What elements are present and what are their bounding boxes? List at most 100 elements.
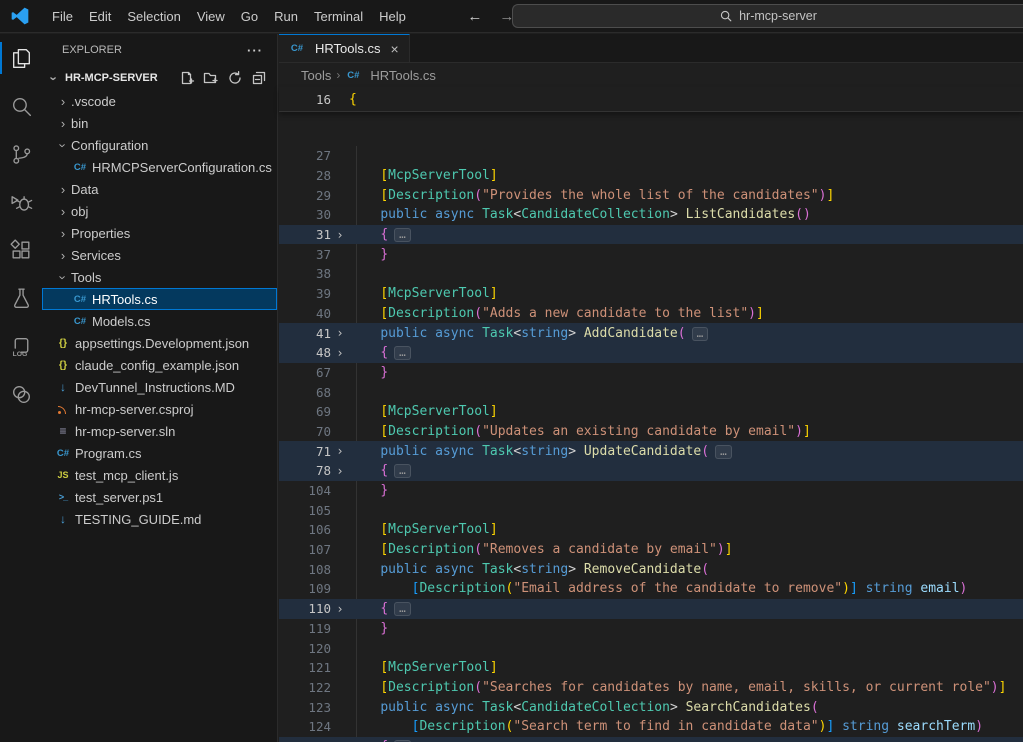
code-line-29[interactable]: 29 [Description("Provides the whole list… [279,185,1023,205]
sticky-line-16[interactable]: 16{ [279,89,357,109]
code-line-105[interactable]: 105 [279,500,1023,520]
extension-circles-icon[interactable] [0,370,42,418]
fold-chevron-icon[interactable]: › [331,346,349,360]
code-line-122[interactable]: 122 [Description("Searches for candidate… [279,678,1023,698]
fold-chevron-icon[interactable]: › [331,444,349,458]
run-and-debug-icon[interactable] [0,178,42,226]
tree-item-devtunnel-instructions-md[interactable]: ↓DevTunnel_Instructions.MD [42,376,277,398]
code-line-37[interactable]: 37 } [279,244,1023,264]
back-arrow-icon[interactable]: ← [466,8,484,25]
tree-item-label: HRMCPServerConfiguration.cs [92,160,272,175]
code-line-107[interactable]: 107 [Description("Removes a candidate by… [279,540,1023,560]
new-file-icon[interactable] [179,70,195,86]
code-line-109[interactable]: 109 [Description("Email address of the c… [279,579,1023,599]
menu-run[interactable]: Run [266,9,306,24]
collapse-all-icon[interactable] [251,70,267,86]
chevron-right-icon: › [55,116,71,131]
tree-item-services[interactable]: ›Services [42,244,277,266]
code-line-70[interactable]: 70 [Description("Updates an existing can… [279,422,1023,442]
tree-item-tools[interactable]: ›Tools [42,266,277,288]
tab-label: HRTools.cs [315,41,381,56]
tree-item-obj[interactable]: ›obj [42,200,277,222]
source-control-icon[interactable] [0,130,42,178]
code-line-69[interactable]: 69 [McpServerTool] [279,402,1023,422]
explorer-icon[interactable] [0,34,42,82]
tree-item-configuration[interactable]: ›Configuration [42,134,277,156]
close-icon[interactable]: × [391,41,399,57]
extensions-icon[interactable] [0,226,42,274]
refresh-icon[interactable] [227,70,243,86]
tree-item-label: Data [71,182,98,197]
tree-item-claude-config-example-json[interactable]: {}claude_config_example.json [42,354,277,376]
code-line-120[interactable]: 120 [279,638,1023,658]
tree-item-label: appsettings.Development.json [75,336,249,351]
command-center-search[interactable]: hr-mcp-server [512,4,1023,28]
code-line-68[interactable]: 68 [279,382,1023,402]
tree-item--vscode[interactable]: ›.vscode [42,90,277,112]
sticky-scroll-line[interactable]: 16{ [279,87,1023,112]
fold-chevron-icon[interactable]: › [331,602,349,616]
breadcrumb-item-hrtools-cs[interactable]: HRTools.cs [370,68,436,83]
code-line-41[interactable]: 41› public async Task<string> AddCandida… [279,323,1023,343]
search-icon[interactable] [0,82,42,130]
code-line-106[interactable]: 106 [McpServerTool] [279,520,1023,540]
explorer-actions [179,70,267,86]
code-line-78[interactable]: 78› {… [279,461,1023,481]
code-line-28[interactable]: 28 [McpServerTool] [279,166,1023,186]
menu-edit[interactable]: Edit [81,9,119,24]
tab-hrtools-cs[interactable]: C# HRTools.cs × [279,34,410,62]
menu-selection[interactable]: Selection [119,9,188,24]
code-line-110[interactable]: 110› {… [279,599,1023,619]
explorer-header: EXPLORER ··· [42,34,277,66]
code-line-108[interactable]: 108 public async Task<string> RemoveCand… [279,559,1023,579]
fold-chevron-icon[interactable]: › [331,326,349,340]
tree-item-data[interactable]: ›Data [42,178,277,200]
vscode-logo-icon [10,6,30,26]
tree-item-test-mcp-client-js[interactable]: JStest_mcp_client.js [42,464,277,486]
new-folder-icon[interactable] [203,70,219,86]
code-line-125[interactable]: 125› {… [279,737,1023,742]
tree-item-test-server-ps1[interactable]: >_test_server.ps1 [42,486,277,508]
tree-item-appsettings-development-json[interactable]: {}appsettings.Development.json [42,332,277,354]
code-line-40[interactable]: 40 [Description("Adds a new candidate to… [279,304,1023,324]
menu-view[interactable]: View [189,9,233,24]
code-line-38[interactable]: 38 [279,264,1023,284]
output-log-icon[interactable]: LOG [0,322,42,370]
code-line-67[interactable]: 67 } [279,363,1023,383]
more-actions-icon[interactable]: ··· [247,43,263,58]
code-line-71[interactable]: 71› public async Task<string> UpdateCand… [279,441,1023,461]
code-line-48[interactable]: 48› {… [279,343,1023,363]
tree-item-testing-guide-md[interactable]: ↓TESTING_GUIDE.md [42,508,277,530]
sln-file-icon: ≡ [55,423,71,439]
menu-terminal[interactable]: Terminal [306,9,371,24]
fold-chevron-icon[interactable]: › [331,228,349,242]
tree-item-properties[interactable]: ›Properties [42,222,277,244]
tree-root-hr-mcp-server[interactable]: › HR-MCP-SERVER [42,66,277,90]
chevron-down-icon: › [56,269,71,285]
breadcrumb-item-tools[interactable]: Tools [301,68,331,83]
menu-go[interactable]: Go [233,9,266,24]
code-line-104[interactable]: 104 } [279,481,1023,501]
code-line-121[interactable]: 121 [McpServerTool] [279,658,1023,678]
tree-item-bin[interactable]: ›bin [42,112,277,134]
menu-file[interactable]: File [44,9,81,24]
fold-chevron-icon[interactable]: › [331,464,349,478]
tree-item-hrmcpserverconfiguration-cs[interactable]: C#HRMCPServerConfiguration.cs [42,156,277,178]
testing-beaker-icon[interactable] [0,274,42,322]
tree-item-models-cs[interactable]: C#Models.cs [42,310,277,332]
code-line-39[interactable]: 39 [McpServerTool] [279,284,1023,304]
tree-item-label: Properties [71,226,130,241]
code-line-31[interactable]: 31› {… [279,225,1023,245]
code-line-123[interactable]: 123 public async Task<CandidateCollectio… [279,697,1023,717]
tree-item-hr-mcp-server-sln[interactable]: ≡hr-mcp-server.sln [42,420,277,442]
tree-item-label: obj [71,204,88,219]
code-line-27[interactable]: 27 [279,146,1023,166]
code-line-124[interactable]: 124 [Description("Search term to find in… [279,717,1023,737]
tree-item-hrtools-cs[interactable]: C#HRTools.cs [42,288,277,310]
code-line-119[interactable]: 119 } [279,619,1023,639]
tree-item-hr-mcp-server-csproj[interactable]: hr-mcp-server.csproj [42,398,277,420]
tree-item-program-cs[interactable]: C#Program.cs [42,442,277,464]
menu-help[interactable]: Help [371,9,414,24]
history-navigation: ← → [466,8,516,25]
code-line-30[interactable]: 30 public async Task<CandidateCollection… [279,205,1023,225]
